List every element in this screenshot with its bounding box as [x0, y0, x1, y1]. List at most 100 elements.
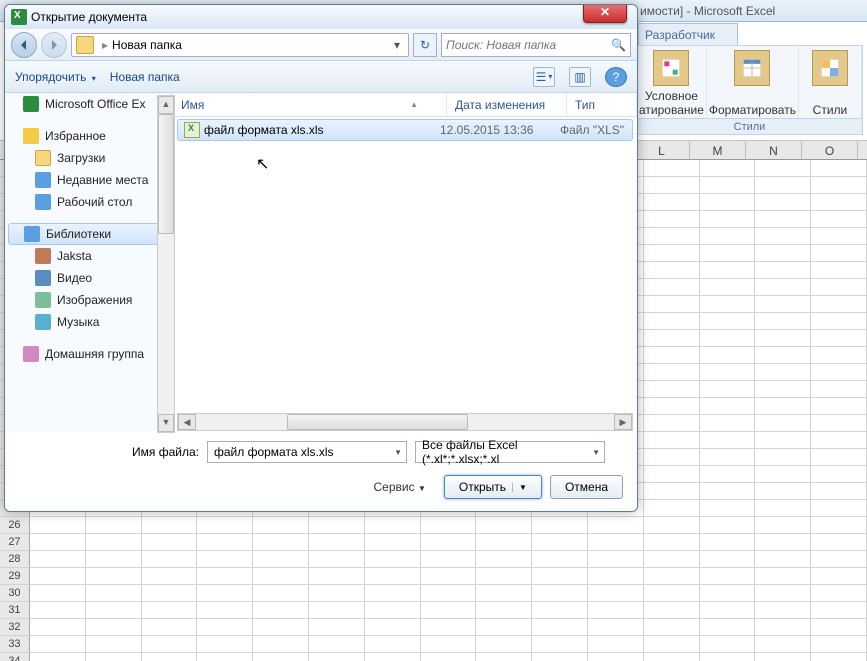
cell[interactable] [644, 228, 700, 245]
cell[interactable] [644, 364, 700, 381]
cell[interactable] [365, 585, 421, 602]
cell[interactable] [644, 160, 700, 177]
cell[interactable] [421, 653, 477, 661]
tree-item-homegroup[interactable]: Домашняя группа [5, 343, 172, 365]
breadcrumb-folder[interactable]: Новая папка [112, 38, 182, 52]
cell[interactable] [86, 653, 142, 661]
cell[interactable] [755, 160, 811, 177]
cell[interactable] [700, 313, 756, 330]
cell[interactable] [476, 636, 532, 653]
cell[interactable] [755, 347, 811, 364]
cell[interactable] [700, 228, 756, 245]
cell[interactable] [532, 551, 588, 568]
cell[interactable] [532, 585, 588, 602]
cell[interactable] [588, 619, 644, 636]
cell[interactable] [811, 432, 867, 449]
scroll-left-button[interactable]: ◀ [178, 414, 196, 430]
cell[interactable] [142, 585, 198, 602]
tree-item-images[interactable]: Изображения [5, 289, 172, 311]
cell[interactable] [811, 313, 867, 330]
cell[interactable] [197, 551, 253, 568]
cell[interactable] [588, 568, 644, 585]
new-folder-button[interactable]: Новая папка [110, 70, 180, 84]
cell[interactable] [700, 500, 756, 517]
row-header[interactable]: 29 [0, 568, 30, 585]
cell[interactable] [644, 415, 700, 432]
cell[interactable] [588, 602, 644, 619]
cell[interactable] [421, 534, 477, 551]
cell[interactable] [811, 279, 867, 296]
cell[interactable] [644, 177, 700, 194]
cell[interactable] [811, 330, 867, 347]
cell[interactable] [644, 517, 700, 534]
cell[interactable] [811, 636, 867, 653]
cell[interactable] [755, 585, 811, 602]
cell[interactable] [755, 568, 811, 585]
cell[interactable] [30, 619, 86, 636]
cell[interactable] [421, 551, 477, 568]
search-input[interactable] [446, 38, 611, 52]
col-type[interactable]: Тип [567, 93, 637, 116]
cell[interactable] [476, 619, 532, 636]
cell[interactable] [142, 517, 198, 534]
cell[interactable] [700, 347, 756, 364]
cell[interactable] [476, 653, 532, 661]
cell[interactable] [365, 653, 421, 661]
cell[interactable] [700, 160, 756, 177]
view-options-button[interactable]: ☰▾ [533, 67, 555, 87]
cell[interactable] [86, 602, 142, 619]
cell[interactable] [644, 313, 700, 330]
cell[interactable] [755, 534, 811, 551]
cell[interactable] [532, 653, 588, 661]
cell[interactable] [811, 619, 867, 636]
cell[interactable] [644, 466, 700, 483]
cell[interactable] [30, 653, 86, 661]
cell[interactable] [811, 585, 867, 602]
cell[interactable] [476, 568, 532, 585]
cell[interactable] [197, 568, 253, 585]
cell[interactable] [700, 483, 756, 500]
cell[interactable] [476, 517, 532, 534]
cell[interactable] [644, 262, 700, 279]
cell[interactable] [811, 500, 867, 517]
cell[interactable] [644, 432, 700, 449]
cell[interactable] [197, 585, 253, 602]
cell[interactable] [644, 211, 700, 228]
cell[interactable] [253, 585, 309, 602]
cell[interactable] [755, 551, 811, 568]
cell[interactable] [755, 449, 811, 466]
col-header[interactable]: O [802, 141, 858, 159]
row-header[interactable]: 33 [0, 636, 30, 653]
cell[interactable] [755, 415, 811, 432]
cell[interactable] [253, 517, 309, 534]
cell[interactable] [532, 534, 588, 551]
cell[interactable] [142, 534, 198, 551]
filename-combobox[interactable]: файл формата xls.xls▼ [207, 441, 407, 463]
cell[interactable] [253, 619, 309, 636]
cell[interactable] [644, 194, 700, 211]
cell[interactable] [755, 381, 811, 398]
cell[interactable] [755, 602, 811, 619]
cell[interactable] [755, 262, 811, 279]
cell[interactable] [86, 568, 142, 585]
cell[interactable] [30, 534, 86, 551]
cell[interactable] [197, 602, 253, 619]
cell[interactable] [365, 602, 421, 619]
cell[interactable] [588, 585, 644, 602]
cell[interactable] [30, 517, 86, 534]
cell[interactable] [755, 619, 811, 636]
cell[interactable] [811, 534, 867, 551]
cell[interactable] [30, 585, 86, 602]
cell[interactable] [253, 534, 309, 551]
cell[interactable] [755, 398, 811, 415]
cell[interactable] [588, 534, 644, 551]
chevron-down-icon[interactable]: ▼ [592, 448, 600, 457]
cell[interactable] [811, 449, 867, 466]
cell[interactable] [755, 211, 811, 228]
cell[interactable] [86, 585, 142, 602]
cell[interactable] [755, 279, 811, 296]
row-header[interactable]: 32 [0, 619, 30, 636]
cell[interactable] [644, 245, 700, 262]
cell[interactable] [755, 313, 811, 330]
cell[interactable] [532, 602, 588, 619]
